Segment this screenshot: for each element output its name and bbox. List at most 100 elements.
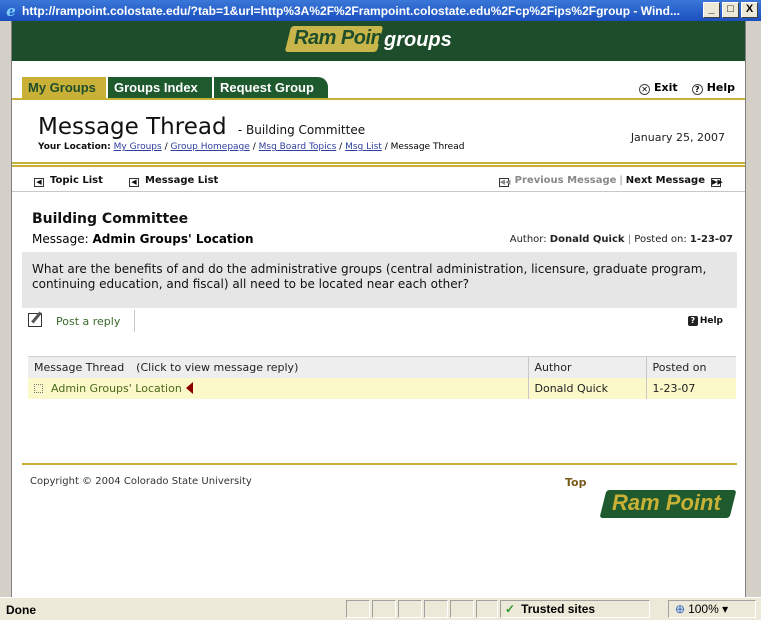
arrow-left-icon: ◀ [129, 178, 139, 187]
edit-note-icon[interactable] [28, 313, 42, 327]
breadcrumb-label: Your Location: [38, 142, 111, 152]
previous-message-label: Previous Message [514, 175, 617, 186]
author-name: Donald Quick [549, 234, 625, 245]
window-frame-right [745, 21, 761, 597]
table-row[interactable]: Admin Groups' Location Donald Quick 1-23… [28, 377, 736, 399]
zoom-control[interactable]: ⊕ 100% ▾ [668, 600, 756, 618]
footer-divider [22, 463, 737, 465]
help-label: Help [706, 81, 735, 94]
tab-my-groups[interactable]: My Groups [22, 77, 106, 98]
zoom-dropdown-icon[interactable]: ▾ [722, 602, 728, 616]
page-date: January 25, 2007 [630, 131, 725, 144]
col-author: Author [527, 356, 646, 378]
section-title: groups [384, 29, 452, 51]
zone-label: Trusted sites [521, 602, 596, 616]
header-divider [12, 165, 745, 167]
window-title: http://rampoint.colostate.edu/?tab=1&url… [22, 3, 680, 18]
help-link[interactable]: ? Help [691, 81, 735, 95]
close-circle-icon: ✕ [639, 84, 651, 95]
rampoint-logo-text[interactable]: Ram Point [294, 27, 389, 50]
status-cell [476, 600, 498, 618]
zoom-icon: ⊕ [675, 602, 686, 616]
posted-date: 1-23-07 [689, 234, 733, 245]
breadcrumb-msg-board-topics[interactable]: Msg Board Topics [259, 142, 337, 152]
breadcrumb-group-homepage[interactable]: Group Homepage [170, 142, 249, 152]
help-icon: ? [691, 84, 703, 95]
breadcrumb: Your Location: My Groups / Group Homepag… [38, 142, 464, 152]
posted-label: Posted on: [634, 234, 687, 245]
fast-forward-icon: ▶▶ [711, 178, 723, 187]
thread-author-cell: Donald Quick [527, 377, 646, 399]
previous-message-link[interactable]: ◀◀ Previous Message [498, 175, 617, 187]
copyright-text: Copyright © 2004 Colorado State Universi… [30, 476, 252, 487]
breadcrumb-sep: / [339, 142, 343, 152]
status-cell [346, 600, 370, 618]
breadcrumb-my-groups[interactable]: My Groups [114, 142, 162, 152]
reply-toolbar: Post a reply ? Help [22, 310, 737, 334]
col-thread-label: Message Thread [34, 360, 125, 374]
group-name: Building Committee [32, 211, 189, 227]
message-list-link[interactable]: ◀ Message List [129, 175, 218, 187]
status-cell [398, 600, 422, 618]
breadcrumb-sep: / [252, 142, 256, 152]
message-thread-table: Message Thread (Click to view message rep… [28, 356, 736, 399]
col-posted-on: Posted on [645, 356, 736, 378]
reply-help-link[interactable]: ? Help [687, 316, 723, 326]
col-message-thread: Message Thread (Click to view message rep… [28, 356, 528, 378]
table-header: Message Thread (Click to view message rep… [28, 356, 736, 378]
next-message-link[interactable]: Next Message ▶▶ [625, 175, 723, 187]
author-label: Author: [509, 234, 547, 245]
tab-request-group[interactable]: Request Group [214, 77, 328, 98]
internet-explorer-icon: e [6, 1, 16, 20]
minimize-button[interactable]: _ [703, 2, 720, 18]
message-label: Message: [32, 232, 89, 246]
status-cell [424, 600, 448, 618]
status-cell [450, 600, 474, 618]
security-zone[interactable]: ✓ Trusted sites [500, 600, 650, 618]
reply-divider [134, 310, 135, 332]
breadcrumb-sep: / [164, 142, 168, 152]
window-frame-left [0, 21, 12, 597]
arrow-left-icon: ◀ [34, 178, 44, 187]
zoom-level: 100% [688, 602, 719, 616]
help-icon: ? [687, 316, 698, 326]
footer-logo-text: Ram Point [612, 490, 721, 515]
topic-list-link[interactable]: ◀ Topic List [34, 175, 103, 187]
breadcrumb-current: Message Thread [390, 142, 465, 152]
post-reply-link[interactable]: Post a reply [56, 315, 120, 328]
current-message-marker-icon [185, 381, 193, 394]
page-title-text: Message Thread [38, 114, 227, 140]
message-body: What are the benefits of and do the admi… [22, 252, 737, 308]
page-header: Message Thread - Building Committee Janu… [12, 100, 745, 164]
page-title: Message Thread - Building Committee [38, 114, 365, 140]
status-cell [372, 600, 396, 618]
reply-help-label: Help [699, 316, 723, 326]
thread-node-icon [34, 383, 43, 393]
tab-groups-index[interactable]: Groups Index [108, 77, 212, 98]
checkmark-icon: ✓ [505, 602, 516, 616]
exit-link[interactable]: ✕ Exit [639, 81, 678, 95]
close-button[interactable]: X [741, 2, 758, 18]
breadcrumb-sep: / [384, 142, 388, 152]
breadcrumb-msg-list[interactable]: Msg List [345, 142, 382, 152]
tab-bar: My Groups Groups Index Request Group ✕ Ex… [12, 61, 745, 100]
thread-subject-cell[interactable]: Admin Groups' Location [28, 377, 528, 399]
thread-subject-link[interactable]: Admin Groups' Location [51, 382, 182, 395]
message-subject: Admin Groups' Location [92, 232, 254, 246]
col-thread-hint: (Click to view message reply) [136, 360, 299, 374]
top-link[interactable]: Top [565, 476, 586, 489]
topic-list-label: Topic List [50, 175, 103, 186]
nav-divider: | [619, 175, 623, 186]
exit-label: Exit [654, 81, 678, 94]
message-subject-line: Message: Admin Groups' Location [32, 232, 254, 246]
message-meta: Author: Donald Quick | Posted on: 1-23-0… [509, 234, 733, 245]
status-text: Done [6, 603, 36, 617]
page-subtitle: - Building Committee [237, 123, 366, 137]
site-banner: Ram Point groups [12, 21, 745, 61]
next-message-label: Next Message [625, 175, 705, 186]
rewind-icon: ◀◀ [498, 178, 511, 187]
thread-posted-cell: 1-23-07 [645, 377, 736, 399]
message-navigation: ◀ Topic List ◀ Message List ◀◀ Previous Mes… [12, 168, 745, 192]
message-list-label: Message List [145, 175, 219, 186]
maximize-button[interactable]: □ [722, 2, 739, 18]
